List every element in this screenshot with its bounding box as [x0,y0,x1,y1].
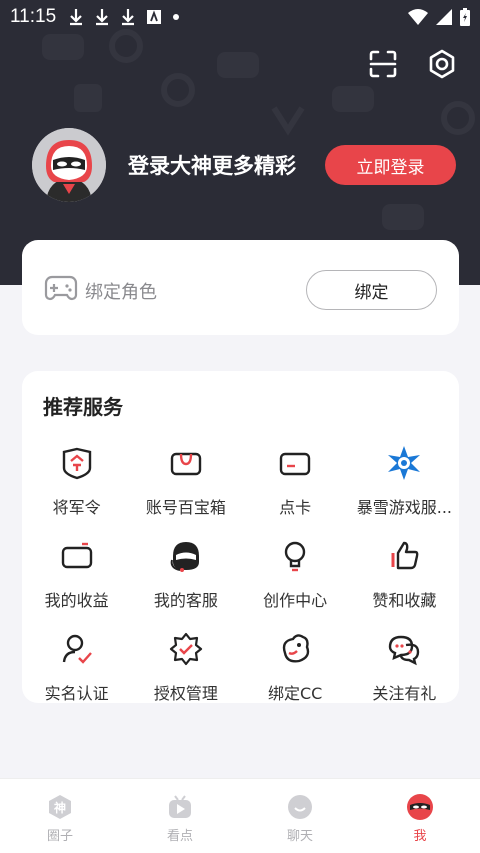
verified-user-icon [62,634,92,664]
service-label: 将军令 [52,498,101,517]
recommended-services-card: 推荐服务 将军令 账号百宝箱 点卡 暴雪游戏服... 我的收益 我的客服 创作中… [22,371,459,703]
service-label: 授权管理 [153,684,218,703]
tab-label: 圈子 [46,829,73,844]
service-item-authorization[interactable]: 授权管理 [131,629,240,722]
dot-icon [173,14,180,20]
service-label: 创作中心 [263,591,328,610]
service-label: 我的收益 [44,591,109,610]
tab-chat[interactable]: 聊天 [240,779,360,853]
service-item-real-name-verification[interactable]: 实名认证 [22,629,131,722]
service-label: 赞和收藏 [372,591,437,610]
scan-icon [369,50,397,78]
service-label: 我的客服 [153,591,218,610]
shen-icon: 神 [49,795,71,819]
service-item-bind-cc[interactable]: 绑定CC [241,629,350,722]
app-notification-icon [147,10,162,24]
scan-button[interactable] [365,46,401,82]
service-item-customer-service[interactable]: 我的客服 [131,536,240,629]
cc-icon [282,634,310,663]
status-bar: 11:15 [0,0,480,34]
service-item-earnings[interactable]: 我的收益 [22,536,131,629]
tab-circle[interactable]: 神 圈子 [0,779,120,853]
login-button[interactable]: 立即登录 [325,145,456,185]
status-time: 11:15 [10,6,57,27]
bulb-icon [284,541,306,572]
chat-bubbles-icon [389,635,420,666]
thumbs-up-icon [391,541,419,570]
tab-label: 我 [413,829,427,844]
signal-icon [436,9,452,25]
service-item-blizzard[interactable]: 暴雪游戏服... [350,443,459,536]
bottom-tab-bar: 神 圈子 看点 聊天 我 [0,778,480,853]
service-label: 账号百宝箱 [145,498,226,517]
login-prompt: 登录大神更多精彩 [128,154,296,178]
bind-role-card: 绑定角色 绑定 [22,240,459,335]
tab-label: 聊天 [286,829,313,844]
wallet-icon [61,542,92,569]
svg-text:神: 神 [54,800,66,815]
gear-icon [429,49,455,79]
card-icon [279,452,311,476]
gamepad-icon [44,275,78,301]
bind-role-label: 绑定角色 [85,282,157,303]
bind-button[interactable]: 绑定 [306,270,437,310]
wifi-icon [408,9,428,25]
download-icon [70,9,83,26]
service-item-follow-gift[interactable]: 关注有礼 [350,629,459,722]
tab-me[interactable]: 我 [360,779,480,853]
service-item-general-token[interactable]: 将军令 [22,443,131,536]
service-label: 关注有礼 [372,684,437,703]
service-label: 暴雪游戏服... [356,498,452,517]
download-icon [122,9,135,26]
tab-label: 看点 [166,829,193,844]
shield-token-icon [62,447,91,480]
battery-icon [460,8,470,26]
ninja-avatar-icon [407,794,433,820]
services-title: 推荐服务 [43,395,123,419]
service-label: 点卡 [279,498,312,517]
support-icon [170,542,199,572]
services-grid: 将军令 账号百宝箱 点卡 暴雪游戏服... 我的收益 我的客服 创作中心 赞和收… [22,443,459,722]
service-item-account-toolbox[interactable]: 账号百宝箱 [131,443,240,536]
authorization-icon [169,632,202,666]
service-item-creator-center[interactable]: 创作中心 [241,536,350,629]
treasure-box-icon [170,452,202,476]
service-item-likes-favorites[interactable]: 赞和收藏 [350,536,459,629]
play-tv-icon [169,795,191,818]
avatar[interactable] [32,128,106,202]
tab-highlights[interactable]: 看点 [120,779,240,853]
service-label: 实名认证 [44,684,109,703]
chat-face-icon [288,795,312,819]
blizzard-icon [388,446,421,480]
service-label: 绑定CC [267,684,323,703]
download-icon [96,9,109,26]
settings-button[interactable] [424,46,460,82]
service-item-point-card[interactable]: 点卡 [241,443,350,536]
